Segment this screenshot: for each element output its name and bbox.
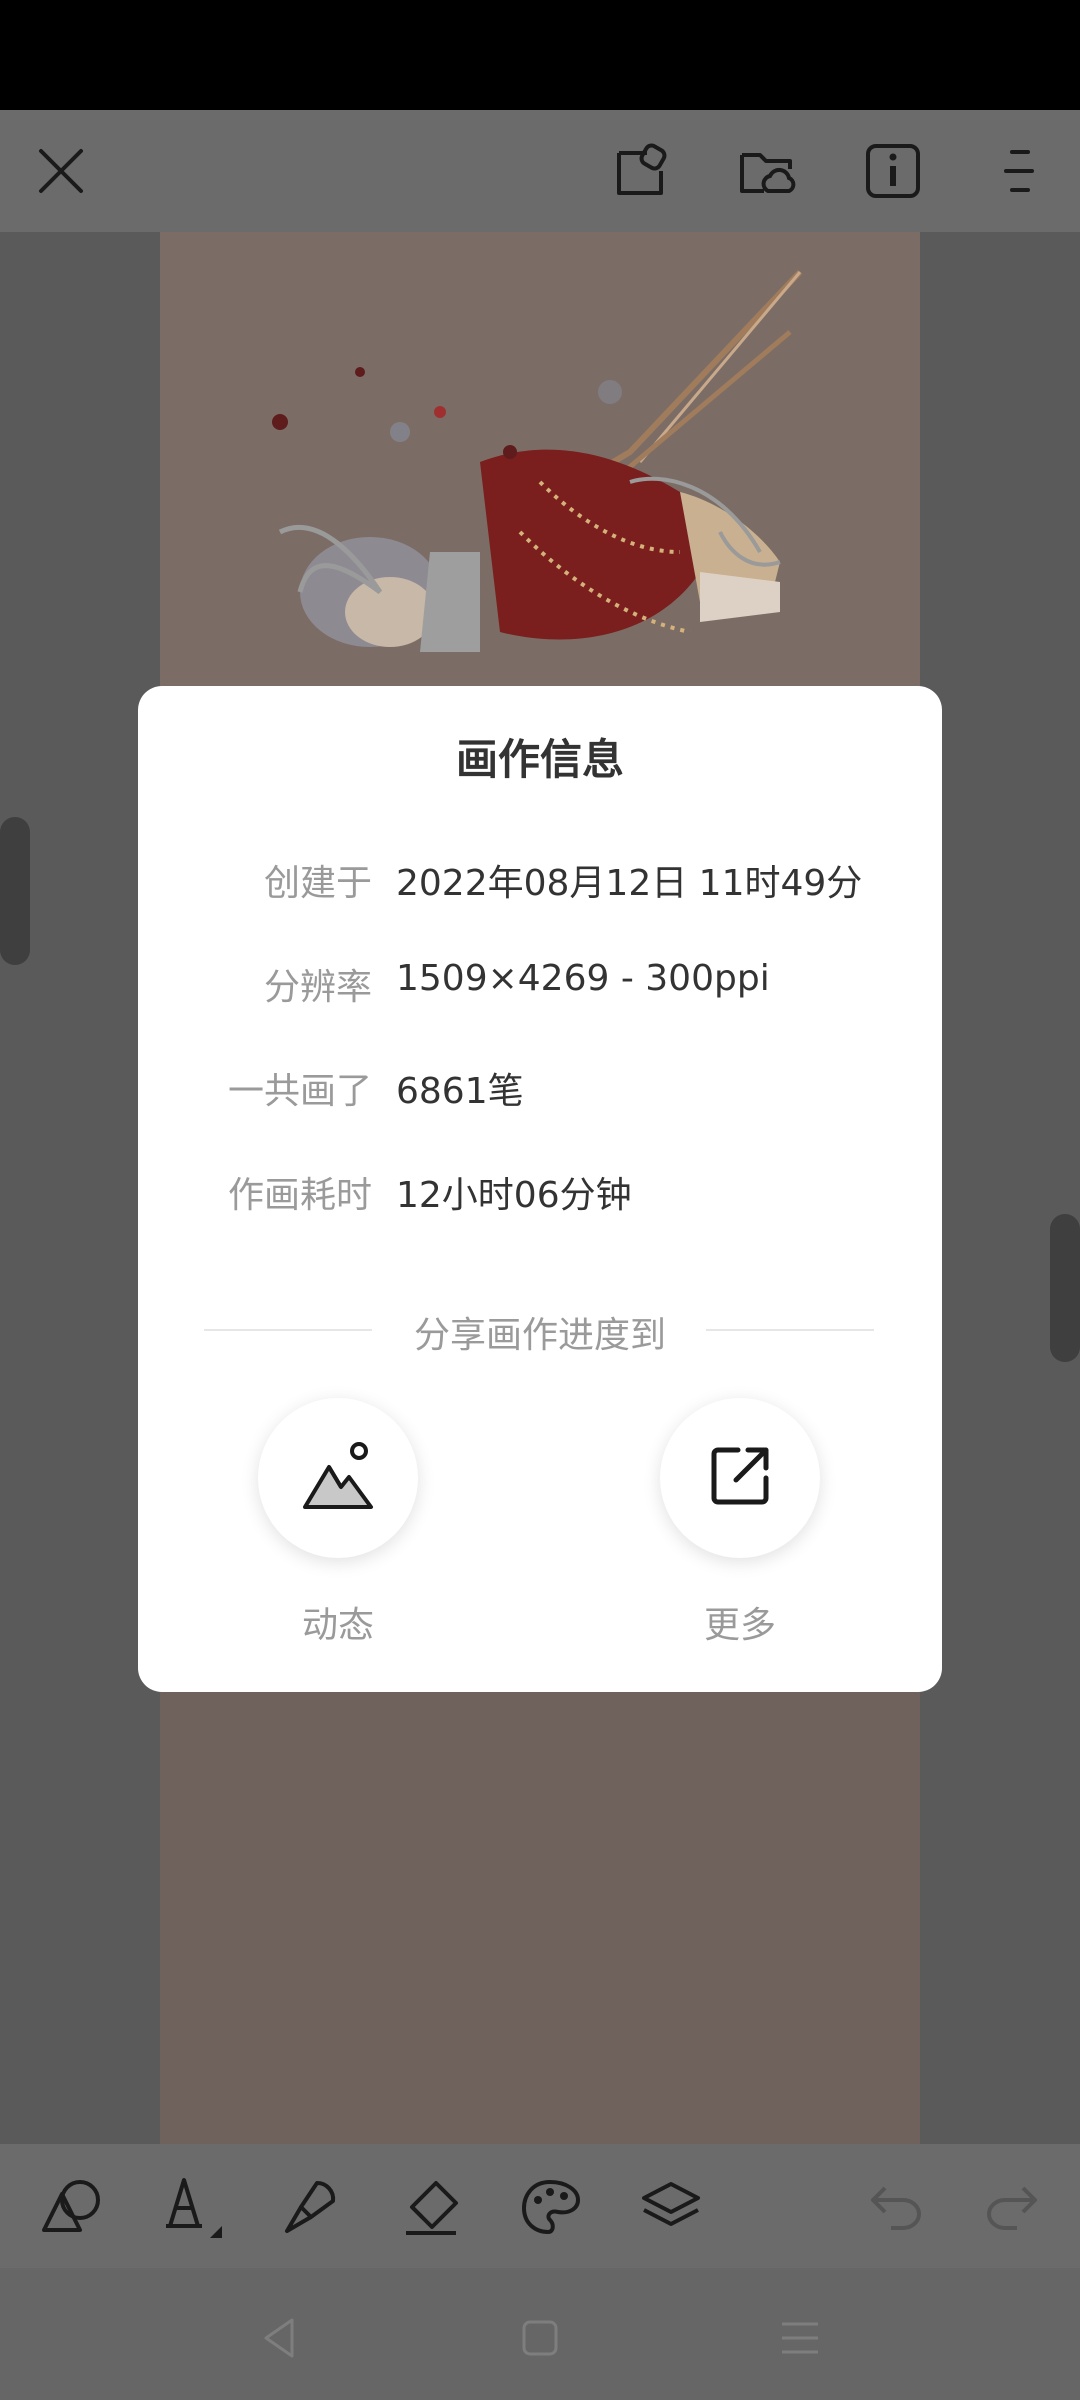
- info-label: 一共画了: [227, 1071, 372, 1112]
- close-icon[interactable]: [26, 136, 96, 206]
- share-external-icon: [708, 1444, 772, 1512]
- share-caption: 分享画作进度到: [413, 1315, 666, 1356]
- info-value: 2022年08月12日 11时49分: [396, 863, 863, 904]
- info-row-created: 创建于 2022年08月12日 11时49分: [138, 854, 942, 914]
- divider: [706, 1329, 874, 1331]
- share-more-label: 更多: [703, 1605, 776, 1646]
- info-label: 创建于: [263, 863, 372, 904]
- menu-icon[interactable]: [984, 136, 1054, 206]
- artwork-preview: [160, 232, 920, 702]
- artwork-info-dialog: 画作信息 创建于 2022年08月12日 11时49分 分辨率 1509×426…: [138, 686, 942, 1692]
- undo-icon[interactable]: [862, 2172, 932, 2242]
- fill-bucket-icon[interactable]: [156, 2172, 226, 2242]
- mountain-photo-icon: [301, 1439, 375, 1517]
- back-icon[interactable]: [250, 2308, 310, 2368]
- eraser-icon[interactable]: [396, 2172, 466, 2242]
- info-icon[interactable]: [858, 136, 928, 206]
- share-moments-button[interactable]: [258, 1398, 418, 1558]
- info-label: 分辨率: [263, 967, 372, 1008]
- info-value: 6861笔: [396, 1071, 524, 1112]
- redo-icon[interactable]: [976, 2172, 1046, 2242]
- status-bar: [0, 0, 1080, 110]
- brush-icon[interactable]: [276, 2172, 346, 2242]
- info-row-resolution: 分辨率 1509×4269 - 300ppi: [138, 958, 942, 1018]
- share-more-button[interactable]: [660, 1398, 820, 1558]
- info-label: 作画耗时: [227, 1175, 372, 1216]
- recents-icon[interactable]: [770, 2308, 830, 2368]
- bottom-toolbar: [0, 2144, 1080, 2268]
- home-icon[interactable]: [510, 2308, 570, 2368]
- right-scroll-handle[interactable]: [1050, 1214, 1080, 1362]
- info-row-duration: 作画耗时 12小时06分钟: [138, 1166, 942, 1226]
- share-moments-label: 动态: [301, 1605, 374, 1646]
- cloud-folder-icon[interactable]: [732, 136, 802, 206]
- left-scroll-handle[interactable]: [0, 817, 30, 965]
- top-bar: [0, 110, 1080, 232]
- palette-icon[interactable]: [516, 2172, 586, 2242]
- info-value: 1509×4269 - 300ppi: [396, 958, 770, 999]
- info-row-strokes: 一共画了 6861笔: [138, 1062, 942, 1122]
- system-nav-bar: [0, 2268, 1080, 2400]
- shape-icon[interactable]: [36, 2172, 106, 2242]
- export-icon[interactable]: [606, 136, 676, 206]
- dialog-title: 画作信息: [455, 735, 624, 784]
- layers-icon[interactable]: [636, 2172, 706, 2242]
- info-value: 12小时06分钟: [396, 1175, 632, 1216]
